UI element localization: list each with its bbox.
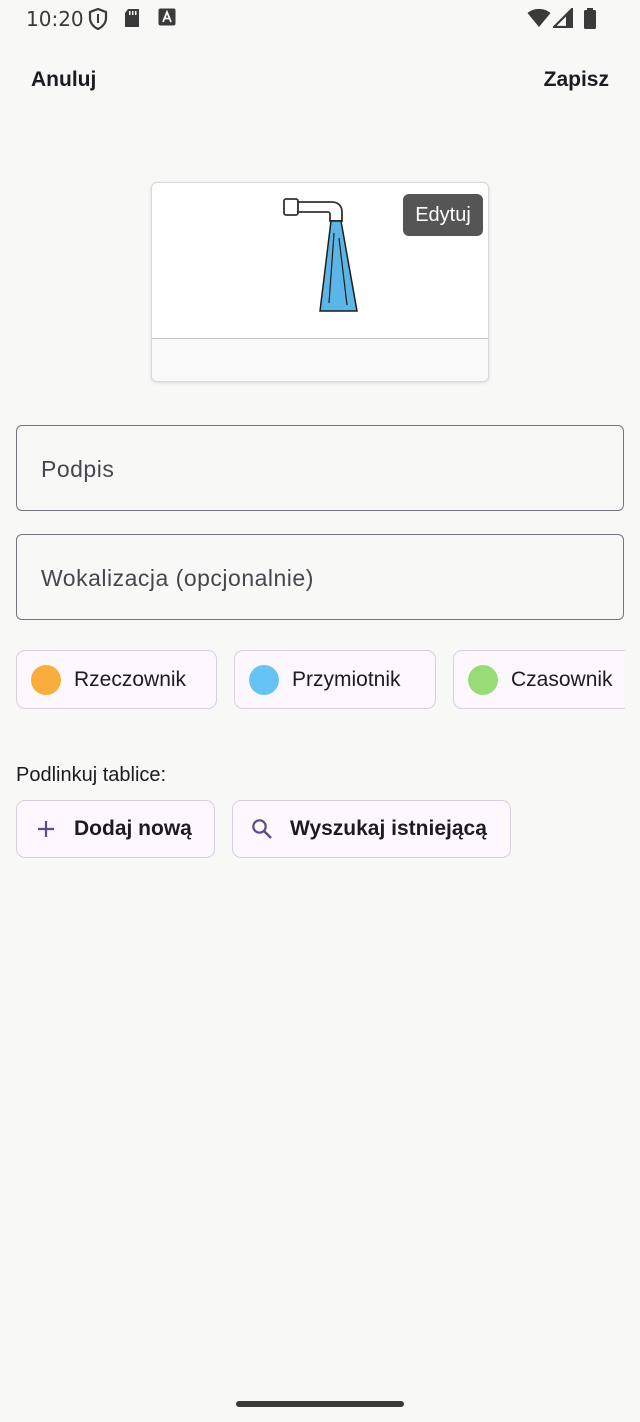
category-color-dot [31,665,61,695]
vocalization-field[interactable]: Wokalizacja (opcjonalnie) [16,534,624,620]
category-chip-noun[interactable]: Rzeczownik [16,650,217,709]
font-a-icon [158,8,176,31]
cancel-button[interactable]: Anuluj [31,68,96,92]
tile-label-area [152,338,488,381]
plus-icon [35,818,57,845]
vocalization-placeholder: Wokalizacja (opcjonalnie) [41,565,314,591]
status-time: 10:20 [26,7,84,31]
edit-image-button[interactable]: Edytuj [403,194,483,236]
category-chip-adjective[interactable]: Przymiotnik [234,650,436,709]
add-new-board-label: Dodaj nową [74,817,192,840]
category-color-dot [249,665,279,695]
add-new-board-button[interactable]: Dodaj nową [16,800,215,858]
category-chip-label: Przymiotnik [292,668,401,691]
wifi-icon [527,8,551,33]
category-color-dot [468,665,498,695]
search-existing-board-label: Wyszukaj istniejącą [290,817,487,840]
battery-icon [583,8,597,35]
shield-icon [88,7,108,35]
sd-card-icon [124,8,140,33]
caption-placeholder: Podpis [41,456,115,482]
category-chip-verb[interactable]: Czasownik [453,650,625,709]
search-existing-board-button[interactable]: Wyszukaj istniejącą [232,800,511,858]
home-indicator[interactable] [236,1401,404,1407]
caption-field[interactable]: Podpis [16,425,624,511]
link-boards-label: Podlinkuj tablice: [16,764,167,786]
save-button[interactable]: Zapisz [544,68,609,92]
category-chip-label: Czasownik [511,668,613,691]
category-chip-label: Rzeczownik [74,668,187,691]
search-icon [251,818,273,845]
status-bar: 10:20 [0,0,640,38]
category-chip-row[interactable]: Rzeczownik Przymiotnik Czasownik [0,640,625,720]
signal-icon [551,6,574,33]
